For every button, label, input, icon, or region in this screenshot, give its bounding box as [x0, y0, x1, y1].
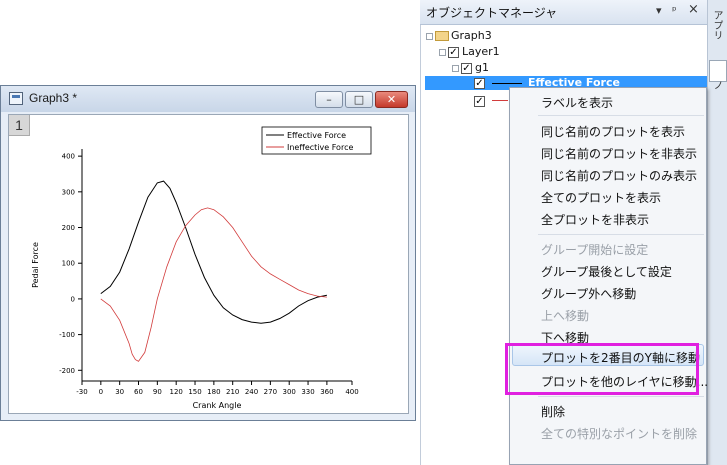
expand-icon[interactable] — [439, 48, 446, 56]
legend-label: Ineffective Force — [287, 143, 353, 152]
x-tick-label: 120 — [169, 388, 182, 396]
x-axis-title: Crank Angle — [193, 401, 242, 410]
y-axis-title: Pedal Force — [31, 242, 40, 288]
x-tick-label: 90 — [153, 388, 162, 396]
x-tick-label: 330 — [301, 388, 314, 396]
checkbox-icon[interactable]: ✓ — [474, 95, 485, 107]
graph-window[interactable]: Graph3 * – □ ✕ 1 -30 0 30 60 90 120 150 180 210 2… — [0, 85, 416, 421]
folder-icon — [435, 31, 449, 41]
graph-window-title: Graph3 * — [29, 91, 78, 105]
minimize-button[interactable]: – — [315, 91, 343, 108]
x-tick-label: 210 — [226, 388, 239, 396]
pin-icon[interactable]: ᵖ — [672, 4, 677, 17]
y-tick-label: 300 — [62, 188, 75, 196]
close-button[interactable]: ✕ — [375, 91, 408, 108]
menu-item-move-up: 上へ移動 — [541, 309, 590, 323]
y-tick-label: 100 — [62, 260, 75, 268]
tree-item-layer[interactable]: ✓ Layer1 — [439, 44, 500, 60]
x-tick-label: 240 — [245, 388, 258, 396]
object-manager-title: オブジェクトマネージャ — [426, 6, 558, 20]
y-tick-label: 200 — [62, 224, 75, 232]
y-tick-label: 400 — [62, 153, 75, 161]
series-line-ineffective — [100, 207, 327, 362]
tree-item-plot-2[interactable]: ✓ — [474, 93, 488, 109]
graph-window-icon — [9, 92, 23, 105]
expand-icon[interactable] — [426, 32, 433, 40]
series-line-effective — [100, 180, 327, 324]
menu-separator — [538, 234, 704, 235]
maximize-button[interactable]: □ — [345, 91, 373, 108]
highlight-annotation-box — [505, 343, 699, 395]
tree-item-group[interactable]: ✓ g1 — [452, 60, 489, 76]
dropdown-icon[interactable]: ▾ — [656, 4, 662, 17]
menu-item-delete-special-points: 全ての特別なポイントを削除 — [541, 427, 698, 441]
legend-label: Effective Force — [287, 131, 346, 140]
x-tick-label: 270 — [264, 388, 277, 396]
menu-item-hide-same-name[interactable]: 同じ名前のプロットを非表示 — [541, 145, 697, 162]
x-tick-label: -30 — [76, 388, 87, 396]
checkbox-icon[interactable]: ✓ — [461, 62, 472, 74]
x-tick-label: 60 — [134, 388, 143, 396]
y-tick-label: -100 — [59, 331, 75, 339]
checkbox-icon[interactable]: ✓ — [448, 46, 459, 58]
chart[interactable]: -30 0 30 60 90 120 150 180 210 240 270 300 330 360 400… — [9, 115, 408, 413]
x-tick-label: 400 — [345, 388, 358, 396]
x-tick-label: 180 — [207, 388, 220, 396]
y-tick-label: -200 — [59, 367, 75, 375]
expand-icon[interactable] — [452, 64, 459, 72]
graph-page[interactable]: 1 -30 0 30 60 90 120 150 180 210 240 270 300 330 360 4… — [8, 114, 409, 414]
graph-titlebar[interactable]: Graph3 * – □ ✕ — [1, 86, 415, 112]
side-tab-apps[interactable]: アプリ — [709, 10, 724, 40]
menu-item-set-group-end[interactable]: グループ最後として設定 — [541, 263, 672, 280]
menu-item-hide-all[interactable]: 全プロットを非表示 — [541, 211, 649, 228]
menu-item-show-only-same-name[interactable]: 同じ名前のプロットのみ表示 — [541, 167, 697, 184]
tree-label-group: g1 — [475, 61, 489, 74]
x-tick-label: 360 — [320, 388, 333, 396]
menu-item-show-all[interactable]: 全てのプロットを表示 — [541, 189, 661, 206]
menu-separator — [538, 396, 704, 397]
x-tick-label: 0 — [99, 388, 103, 396]
side-tab-panel[interactable] — [709, 60, 727, 82]
plot-line-swatch-red — [492, 100, 508, 101]
checkbox-icon[interactable]: ✓ — [474, 77, 485, 89]
menu-item-set-group-start: グループ開始に設定 — [541, 243, 649, 257]
tree-item-plot-1[interactable]: ✓ — [474, 76, 488, 90]
object-manager-header: オブジェクトマネージャ ▾ ᵖ × — [420, 0, 707, 25]
tree-label-graph: Graph3 — [451, 29, 492, 42]
x-tick-label: 300 — [283, 388, 296, 396]
y-tick-label: 0 — [71, 295, 75, 303]
menu-item-delete[interactable]: 削除 — [541, 403, 565, 420]
plot-line-swatch — [492, 83, 522, 84]
menu-separator — [538, 115, 704, 116]
side-tab-other[interactable]: ノ — [709, 80, 724, 90]
menu-item-show-same-name[interactable]: 同じ名前のプロットを表示 — [541, 123, 685, 140]
context-menu[interactable]: ラベルを表示 同じ名前のプロットを表示 同じ名前のプロットを非表示 同じ名前のプ… — [509, 87, 708, 465]
menu-item-show-label[interactable]: ラベルを表示 — [541, 94, 613, 111]
menu-item-move-out-of-group[interactable]: グループ外へ移動 — [541, 285, 636, 302]
close-icon[interactable]: × — [688, 2, 699, 17]
x-tick-label: 150 — [188, 388, 201, 396]
tree-label-layer: Layer1 — [462, 45, 500, 58]
tree-item-graph[interactable]: Graph3 — [426, 28, 492, 44]
x-tick-label: 30 — [115, 388, 124, 396]
